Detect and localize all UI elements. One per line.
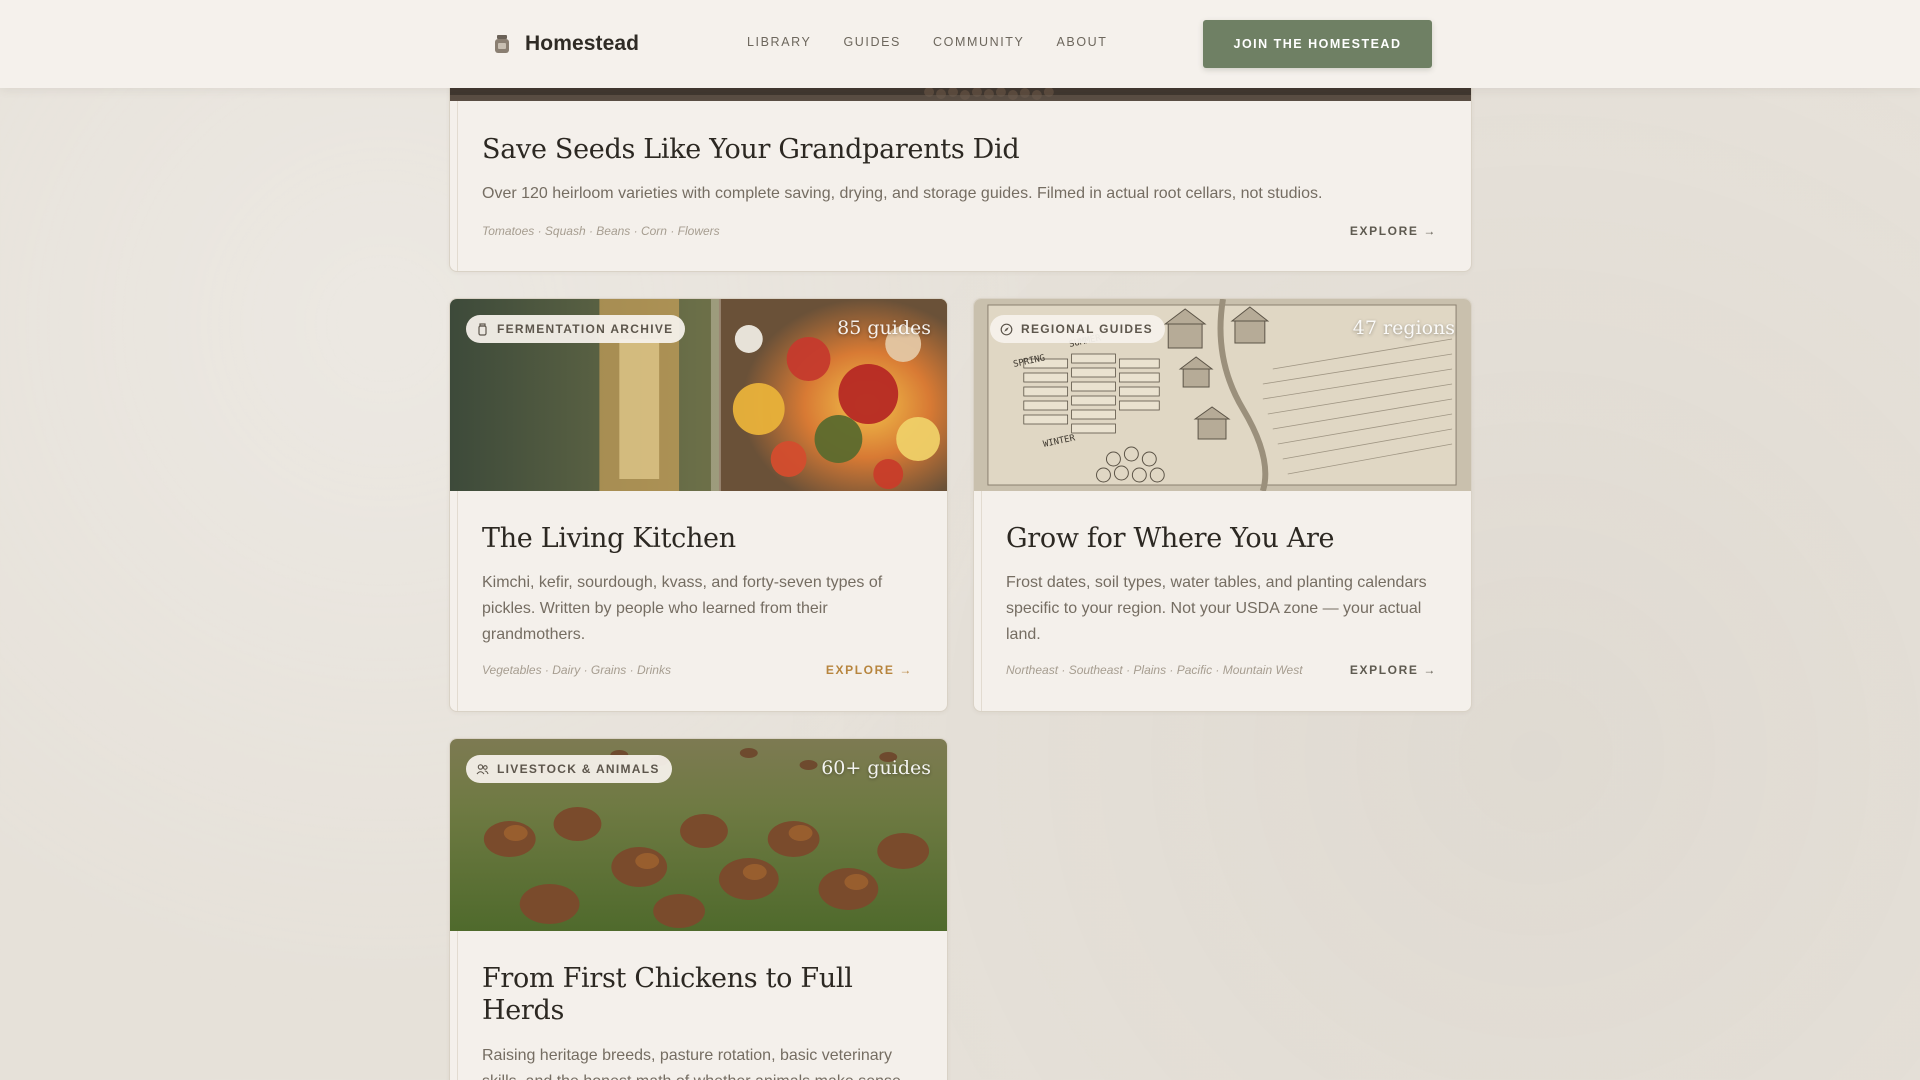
region-count: 47 regions	[1352, 317, 1455, 339]
card-tags: Tomatoes · Squash · Beans · Corn · Flowe…	[482, 224, 720, 238]
main-nav: LIBRARY GUIDES COMMUNITY ABOUT	[747, 35, 1140, 49]
badge-label: REGIONAL GUIDES	[1021, 322, 1153, 336]
card-description: Kimchi, kefir, sourdough, kvass, and for…	[482, 574, 883, 644]
jar-icon	[478, 322, 487, 336]
badge-label: LIVESTOCK & ANIMALS	[497, 762, 660, 776]
card-title: Grow for Where You Are	[1006, 523, 1335, 554]
category-badge: LIVESTOCK & ANIMALS	[466, 755, 672, 783]
card-regional[interactable]: SPRING SUMMER WINTER REGIONAL GUIDES 47 …	[973, 298, 1472, 712]
card-livestock[interactable]: LIVESTOCK & ANIMALS 60+ guides From Firs…	[449, 738, 948, 1080]
category-badge: REGIONAL GUIDES	[990, 315, 1165, 343]
guide-count: 85 guides	[837, 317, 931, 339]
card-fermentation[interactable]: FERMENTATION ARCHIVE 85 guides The Livin…	[449, 298, 948, 712]
join-button[interactable]: JOIN THE HOMESTEAD	[1203, 20, 1432, 68]
card-tags: Vegetables · Dairy · Grains · Drinks	[482, 663, 671, 677]
explore-link[interactable]: EXPLORE →	[1350, 663, 1437, 677]
nav-about[interactable]: ABOUT	[1056, 35, 1107, 49]
category-badge: FERMENTATION ARCHIVE	[466, 315, 686, 343]
explore-link[interactable]: EXPLORE →	[826, 663, 913, 677]
logo-text: Homestead	[525, 32, 640, 55]
card-title: From First Chickens to Full Herds	[482, 963, 853, 1027]
card-tags: Northeast · Southeast · Plains · Pacific…	[1006, 663, 1303, 677]
jar-logo-icon	[495, 35, 509, 53]
nav-guides[interactable]: GUIDES	[843, 35, 901, 49]
compass-icon	[1000, 323, 1013, 335]
card-title: Save Seeds Like Your Grandparents Did	[482, 134, 1020, 165]
card-description: Raising heritage breeds, pasture rotatio…	[482, 1046, 901, 1080]
badge-label: FERMENTATION ARCHIVE	[497, 322, 674, 336]
logo[interactable]: Homestead	[491, 28, 639, 60]
nav-community[interactable]: COMMUNITY	[933, 35, 1024, 49]
guide-count: 60+ guides	[821, 757, 931, 779]
card-description: Over 120 heirloom varieties with complet…	[482, 185, 1323, 203]
explore-link[interactable]: EXPLORE →	[1350, 224, 1437, 238]
card-title: The Living Kitchen	[482, 523, 736, 554]
users-icon	[476, 763, 489, 774]
site-header: Homestead LIBRARY GUIDES COMMUNITY ABOUT…	[0, 0, 1920, 88]
nav-library[interactable]: LIBRARY	[747, 35, 811, 49]
card-description: Frost dates, soil types, water tables, a…	[1006, 574, 1427, 644]
